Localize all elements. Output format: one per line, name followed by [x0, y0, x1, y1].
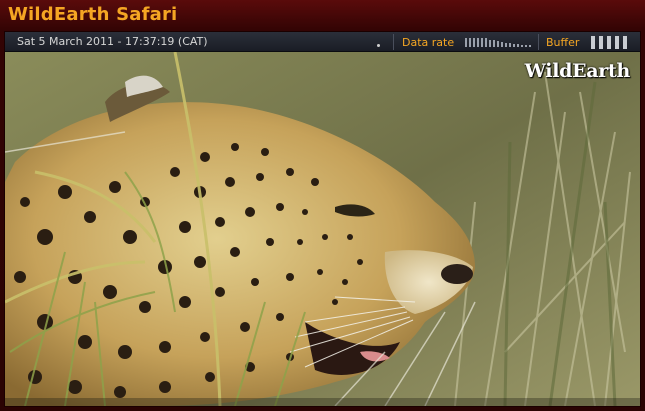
player-status-bar: Sat 5 March 2011 - 17:37:19 (CAT) Data r…: [5, 32, 640, 52]
app-window: WildEarth Safari Sat 5 March 2011 - 17:3…: [0, 0, 645, 411]
data-rate-meter: [465, 38, 531, 47]
video-player[interactable]: Sat 5 March 2011 - 17:37:19 (CAT) Data r…: [4, 31, 641, 407]
wildearth-watermark-logo: WildEarth: [524, 60, 631, 82]
leopard-video-image: [5, 52, 640, 406]
data-rate-label: Data rate: [402, 36, 455, 49]
broadcast-datetime: Sat 5 March 2011 - 17:37:19 (CAT): [17, 35, 208, 48]
divider: [393, 34, 394, 50]
buffer-label: Buffer: [546, 36, 580, 49]
activity-indicator: [377, 44, 380, 47]
video-frame[interactable]: WildEarth: [5, 52, 640, 406]
app-title: WildEarth Safari: [8, 4, 178, 25]
buffer-meter: [591, 36, 629, 49]
divider: [538, 34, 539, 50]
